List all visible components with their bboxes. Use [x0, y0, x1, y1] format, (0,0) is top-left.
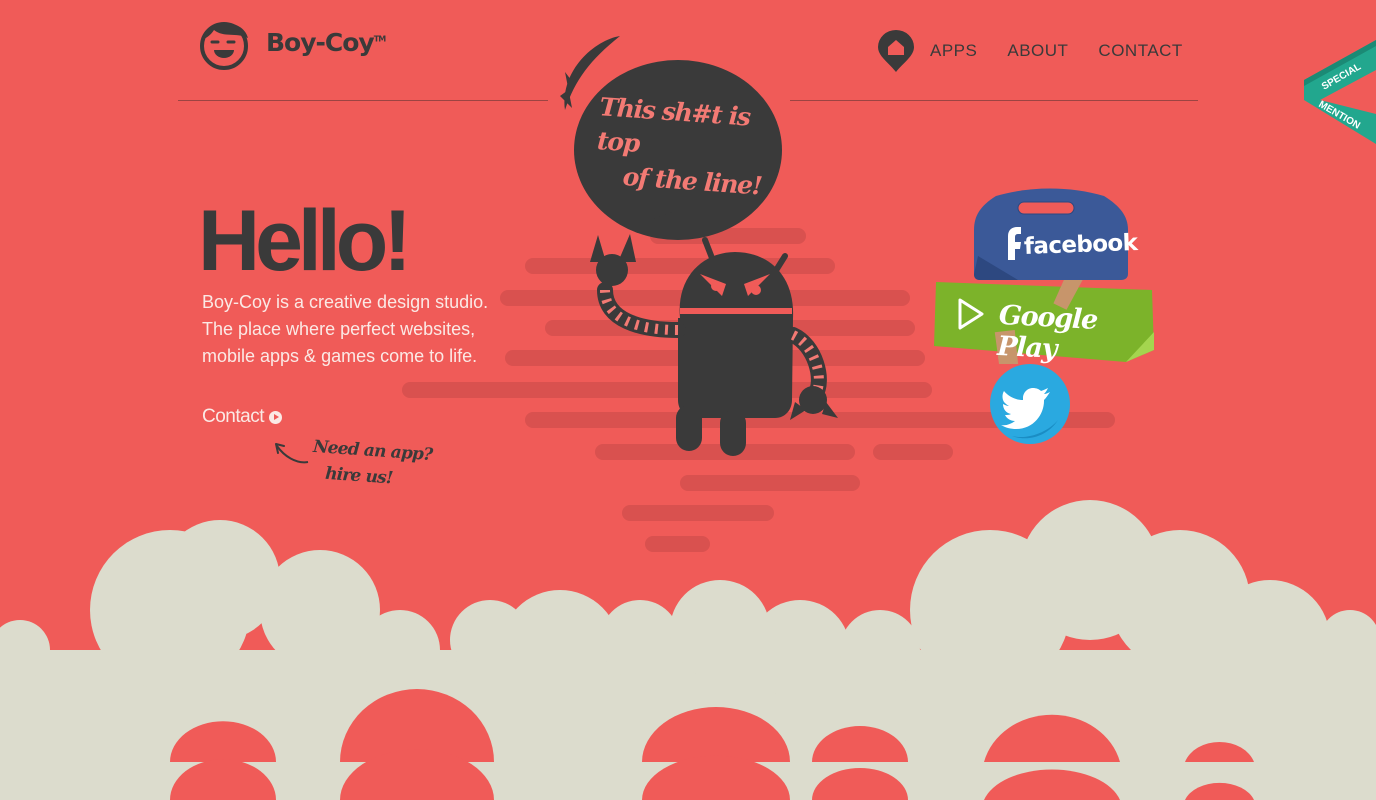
- logo-wordmark: Boy-CoyTM: [266, 27, 386, 57]
- header-divider-right: [790, 100, 1198, 101]
- boy-face-icon: [200, 22, 248, 70]
- hero-intro: Boy-Coy is a creative design studio. The…: [202, 292, 489, 366]
- nav-contact[interactable]: CONTACT: [1098, 41, 1182, 61]
- play-circle-icon: [268, 410, 282, 424]
- facebook-sticker[interactable]: facebook: [970, 186, 1138, 280]
- trademark-mark: TM: [373, 34, 386, 44]
- brand-logo[interactable]: Boy-CoyTM: [196, 14, 386, 70]
- contact-link-label: Contact: [202, 406, 264, 427]
- facebook-label: facebook: [1023, 230, 1138, 260]
- special-mention-ribbon[interactable]: SPECIAL MENTION: [1304, 40, 1376, 144]
- hire-us-note: Need an app? hire us!: [310, 434, 433, 494]
- nav-apps[interactable]: APPS: [930, 41, 977, 61]
- home-button[interactable]: [878, 30, 914, 72]
- contact-link[interactable]: Contact: [202, 406, 282, 428]
- twitter-sticker[interactable]: [988, 362, 1074, 446]
- google-play-sticker[interactable]: Google Play: [930, 280, 1156, 365]
- twitter-bird-icon: [990, 364, 1070, 444]
- hero-title: Hello!: [198, 193, 412, 289]
- main-nav: APPS ABOUT CONTACT: [878, 30, 1183, 72]
- curved-arrow-icon: [275, 443, 309, 464]
- speech-bubble-text: This sh#t is top of the line!: [594, 90, 771, 204]
- home-icon: [878, 30, 914, 72]
- bubble-line-1: This sh#t is top: [596, 92, 751, 158]
- header-divider-left: [178, 100, 548, 101]
- nav-about[interactable]: ABOUT: [1007, 41, 1068, 61]
- google-play-label: Google Play: [996, 299, 1098, 365]
